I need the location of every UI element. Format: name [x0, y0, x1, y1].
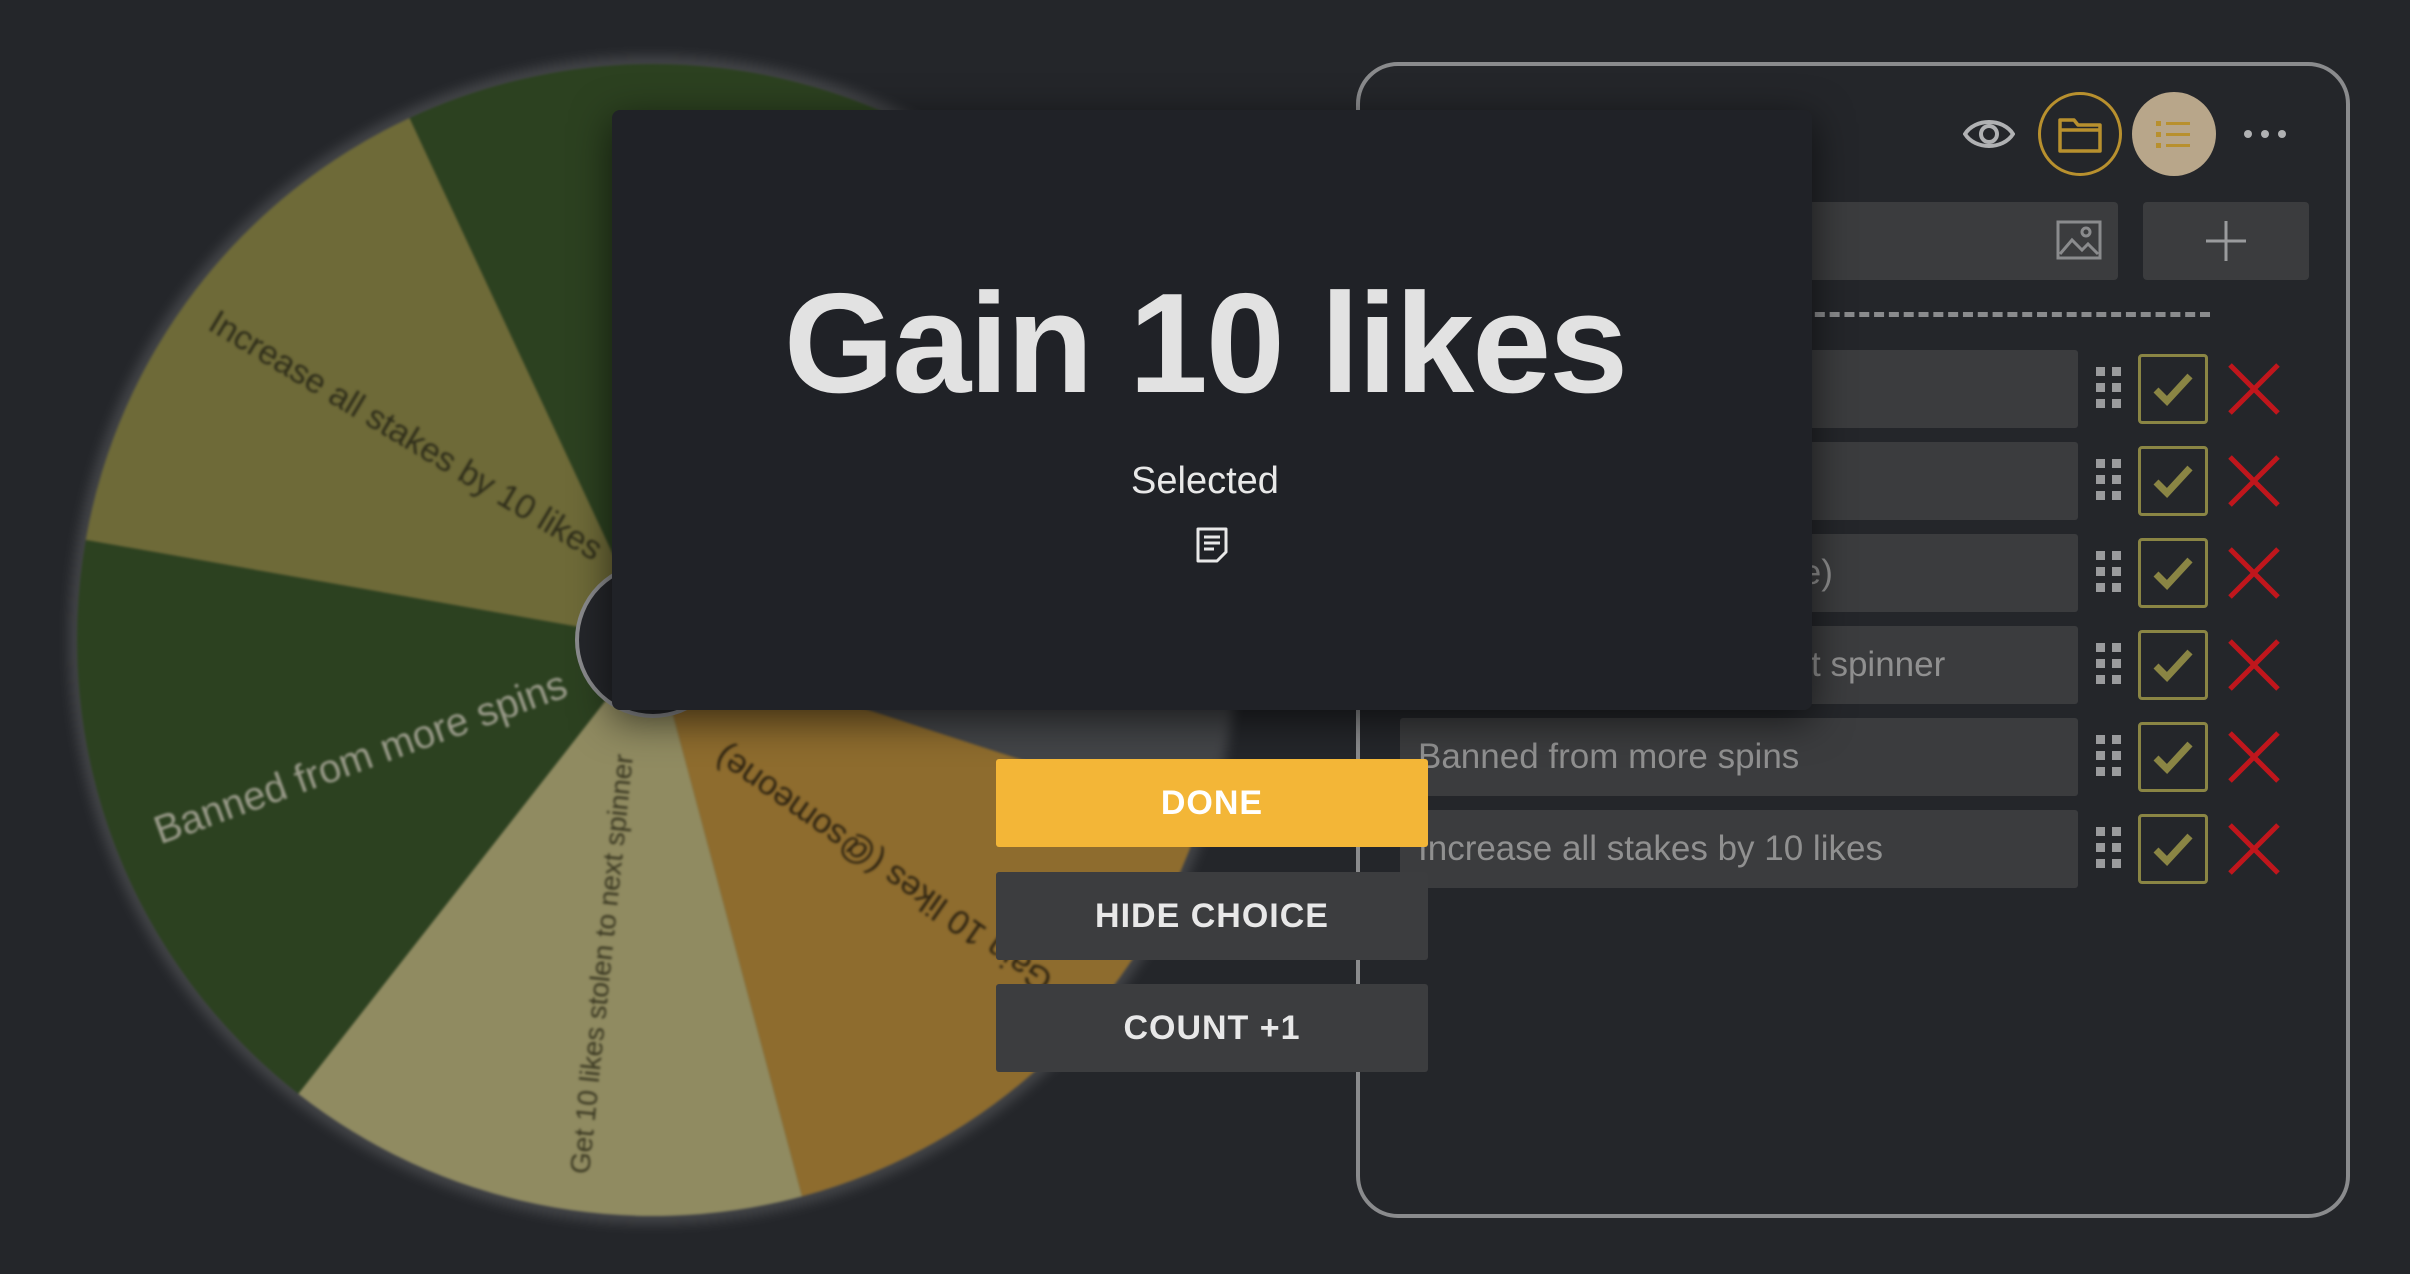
eye-icon: [1963, 120, 2015, 148]
delete-entry-button[interactable]: [2222, 541, 2286, 605]
drag-handle-icon[interactable]: [2096, 827, 2122, 871]
delete-entry-button[interactable]: [2222, 725, 2286, 789]
checkmark-icon: [2153, 741, 2193, 775]
drag-handle-icon[interactable]: [2096, 551, 2122, 595]
drag-handle-icon[interactable]: [2096, 735, 2122, 779]
result-subtitle: Selected: [1131, 460, 1279, 502]
list-view-button[interactable]: [2132, 92, 2216, 176]
checkmark-icon: [2153, 557, 2193, 591]
entry-input[interactable]: Banned from more spins: [1400, 718, 2078, 796]
delete-entry-button[interactable]: [2222, 633, 2286, 697]
folder-icon: [2058, 118, 2102, 153]
entry-input[interactable]: Increase all stakes by 10 likes: [1400, 810, 2078, 888]
more-icon: [2244, 130, 2286, 138]
hide-choice-button[interactable]: HIDE CHOICE: [996, 872, 1428, 960]
image-icon[interactable]: [2056, 220, 2102, 260]
done-button[interactable]: DONE: [996, 759, 1428, 847]
app-stage: Increase all stakes by 10 likes Banned fr…: [0, 0, 2410, 1274]
plus-icon: [2206, 221, 2246, 261]
entry-checkbox[interactable]: [2138, 538, 2208, 608]
checkmark-icon: [2153, 833, 2193, 867]
count-plus-one-button[interactable]: COUNT +1: [996, 984, 1428, 1072]
close-icon: [2228, 731, 2280, 783]
more-options-button[interactable]: [2230, 92, 2300, 176]
delete-entry-button[interactable]: [2222, 817, 2286, 881]
visibility-toggle-button[interactable]: [1947, 92, 2031, 176]
note-icon[interactable]: [1195, 526, 1229, 564]
close-icon: [2228, 639, 2280, 691]
checkmark-icon: [2153, 649, 2193, 683]
entry-checkbox[interactable]: [2138, 722, 2208, 792]
result-title: Gain 10 likes: [783, 264, 1628, 423]
entry-checkbox[interactable]: [2138, 630, 2208, 700]
close-icon: [2228, 547, 2280, 599]
list-icon: [2156, 121, 2190, 148]
open-folder-button[interactable]: [2038, 92, 2122, 176]
close-icon: [2228, 823, 2280, 875]
drag-handle-icon[interactable]: [2096, 643, 2122, 687]
entry-checkbox[interactable]: [2138, 814, 2208, 884]
